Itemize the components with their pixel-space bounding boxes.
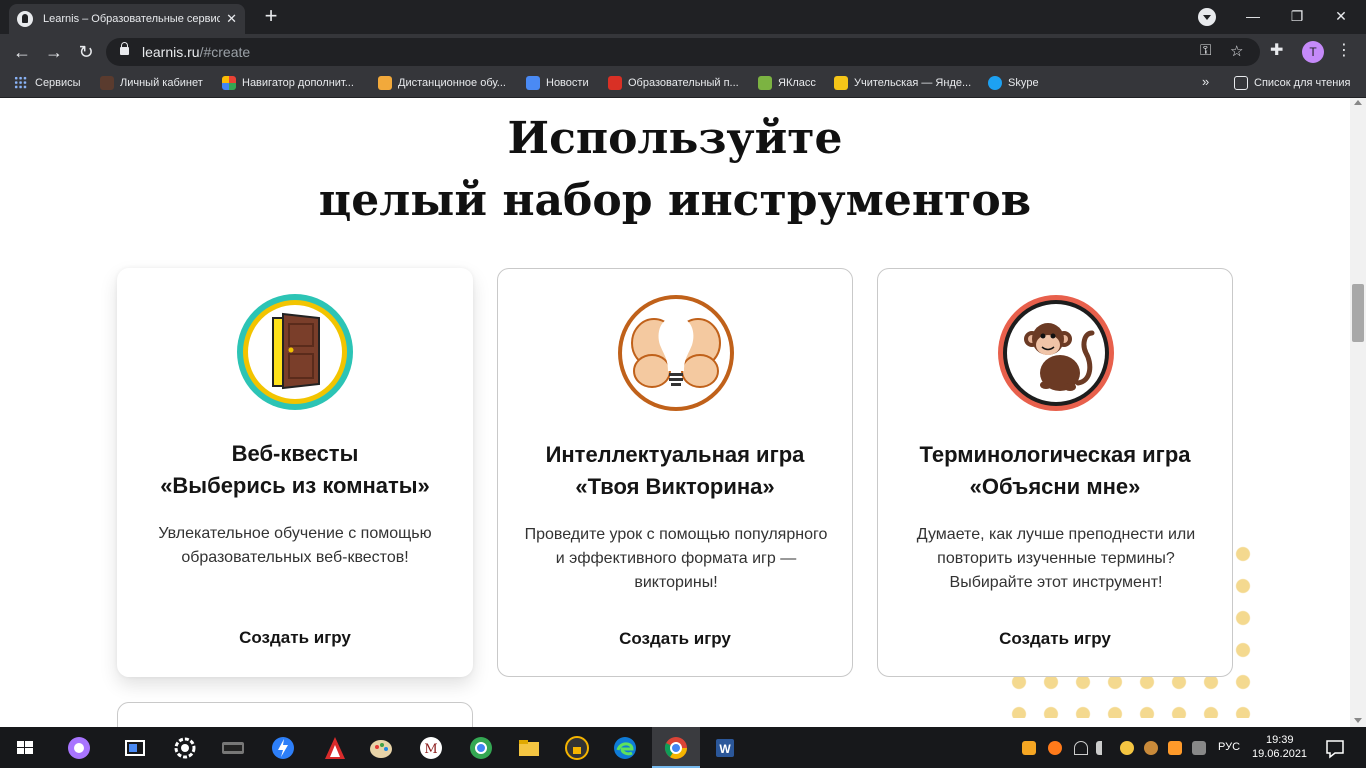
bookmark-item[interactable]: ЯКласс (758, 76, 816, 90)
tab-title: Learnis – Образовательные сервисы (43, 13, 221, 25)
scrollbar-thumb[interactable] (1352, 284, 1364, 342)
bookmark-item[interactable]: Личный кабинет (100, 76, 203, 90)
notifications-icon[interactable] (1320, 733, 1350, 763)
card-web-quests[interactable]: Веб-квесты «Выберись из комнаты» Увлекат… (117, 268, 473, 677)
windows-start-icon[interactable] (10, 733, 40, 763)
tray-app-icon[interactable] (1048, 741, 1062, 755)
bookmark-item[interactable]: Дистанционное обу... (378, 76, 506, 90)
new-tab-button[interactable]: + (258, 3, 284, 29)
apps-grid-icon (14, 76, 27, 89)
browser-tab[interactable]: Learnis – Образовательные сервисы ✕ (9, 4, 245, 34)
card-description: Проведите урок с помощью популярного и э… (524, 526, 828, 591)
speed-app-icon[interactable] (268, 733, 298, 763)
skype-icon (988, 76, 1002, 90)
card-quiz[interactable]: Интеллектуальная игра «Твоя Викторина» П… (497, 268, 853, 677)
bookmark-star-icon[interactable]: ☆ (1230, 42, 1243, 60)
nfs-game-icon[interactable] (218, 733, 248, 763)
more-bookmarks-button[interactable]: » (1202, 74, 1209, 89)
paint-app-icon[interactable] (366, 733, 396, 763)
edge-browser-icon[interactable] (610, 733, 640, 763)
card-title: Веб-квесты «Выберись из комнаты» (160, 441, 430, 498)
distance-learning-icon (378, 76, 392, 90)
red-app-icon[interactable] (320, 733, 350, 763)
create-game-button[interactable]: Создать игру (117, 628, 473, 648)
reading-list-button[interactable]: Список для чтения (1234, 76, 1350, 90)
url-text[interactable]: learnis.ru/#create (142, 44, 250, 60)
wifi-icon[interactable] (1074, 741, 1088, 755)
clock-time[interactable]: 19:39 (1266, 734, 1294, 746)
close-window-button[interactable]: ✕ (1318, 0, 1364, 32)
task-view-icon[interactable] (120, 733, 150, 763)
address-bar[interactable]: learnis.ru/#create ⚿ ☆ (106, 38, 1260, 66)
yaklass-icon (758, 76, 772, 90)
metro-app-icon[interactable]: M (416, 733, 446, 763)
education-portal-icon (608, 76, 622, 90)
bookmark-item[interactable]: Образовательный п... (608, 76, 739, 90)
scroll-down-arrow-icon[interactable] (1354, 718, 1362, 723)
door-icon (235, 292, 355, 412)
section-heading: Используйте целый набор инструментов (318, 113, 1032, 226)
key-icon[interactable]: ⚿ (1200, 42, 1211, 59)
bookmarks-bar: Сервисы Личный кабинет Навигатор дополни… (0, 70, 1366, 98)
monkey-icon (996, 293, 1116, 413)
create-game-button[interactable]: Создать игру (878, 629, 1232, 649)
settings-app-icon[interactable] (170, 733, 200, 763)
navigator-icon (222, 76, 236, 90)
chrome-browser-icon[interactable] (661, 733, 691, 763)
maximize-button[interactable]: ❐ (1274, 0, 1320, 32)
teachers-room-icon (834, 76, 848, 90)
extensions-puzzle-icon[interactable]: ✚ (1270, 40, 1283, 60)
brain-bulb-icon (616, 293, 736, 413)
bookmark-item[interactable]: Skype (988, 76, 1039, 90)
tab-search-icon[interactable] (1198, 8, 1216, 26)
page-scrollbar[interactable] (1350, 98, 1366, 727)
tray-app-icon[interactable] (1022, 741, 1036, 755)
back-button[interactable]: ← (10, 40, 34, 64)
bookmark-item[interactable]: Навигатор дополнит... (222, 76, 354, 90)
browser-menu-icon[interactable]: ⋮ (1336, 40, 1352, 62)
scroll-up-arrow-icon[interactable] (1354, 100, 1362, 105)
page-content: Используйте целый набор инструментов Веб… (0, 98, 1366, 727)
windows-taskbar: M W РУС 19:39 19.06.2021 (0, 727, 1366, 768)
bookmark-item[interactable]: Учительская — Яндe... (834, 76, 971, 90)
lock-app-icon[interactable] (562, 733, 592, 763)
next-card-partial[interactable] (117, 702, 473, 727)
svg-text:M: M (424, 742, 437, 757)
bookmark-item[interactable]: Новости (526, 76, 589, 90)
tray-app-icon[interactable] (1192, 741, 1206, 755)
reload-button[interactable]: ↻ (74, 40, 98, 64)
tray-app-icon[interactable] (1168, 741, 1182, 755)
tray-app-icon[interactable] (1120, 741, 1134, 755)
cabinet-icon (100, 76, 114, 90)
svg-text:W: W (719, 742, 731, 756)
news-icon (526, 76, 540, 90)
card-title: Терминологическая игра «Объясни мне» (919, 442, 1191, 499)
minimize-button[interactable]: — (1230, 0, 1276, 32)
input-language[interactable]: РУС (1218, 741, 1240, 753)
tray-app-icon[interactable] (1144, 741, 1158, 755)
file-explorer-icon[interactable] (514, 733, 544, 763)
tab-strip: Learnis – Образовательные сервисы ✕ + — … (0, 0, 1366, 34)
bookmark-services[interactable]: Сервисы (14, 76, 81, 89)
browser-toolbar: ← → ↻ learnis.ru/#create ⚿ ☆ (0, 34, 1366, 70)
learnis-favicon-icon (17, 11, 33, 27)
forward-button[interactable]: → (42, 40, 66, 64)
tab-close-icon[interactable]: ✕ (226, 11, 237, 27)
card-explain-me[interactable]: Терминологическая игра «Объясни мне» Дум… (877, 268, 1233, 677)
card-description: Думаете, как лучше преподнести или повто… (916, 526, 1196, 591)
card-description: Увлекательное обучение с помощью образов… (158, 525, 432, 566)
profile-avatar[interactable]: T (1302, 41, 1324, 63)
volume-icon[interactable] (1096, 741, 1110, 755)
reading-list-icon (1234, 76, 1248, 90)
card-title: Интеллектуальная игра «Твоя Викторина» (545, 442, 805, 499)
create-game-button[interactable]: Создать игру (498, 629, 852, 649)
clock-date[interactable]: 19.06.2021 (1252, 748, 1307, 760)
word-app-icon[interactable]: W (710, 733, 740, 763)
lock-icon[interactable] (120, 42, 129, 55)
chrome-alt-icon[interactable] (466, 733, 496, 763)
alice-assistant-icon[interactable] (64, 733, 94, 763)
